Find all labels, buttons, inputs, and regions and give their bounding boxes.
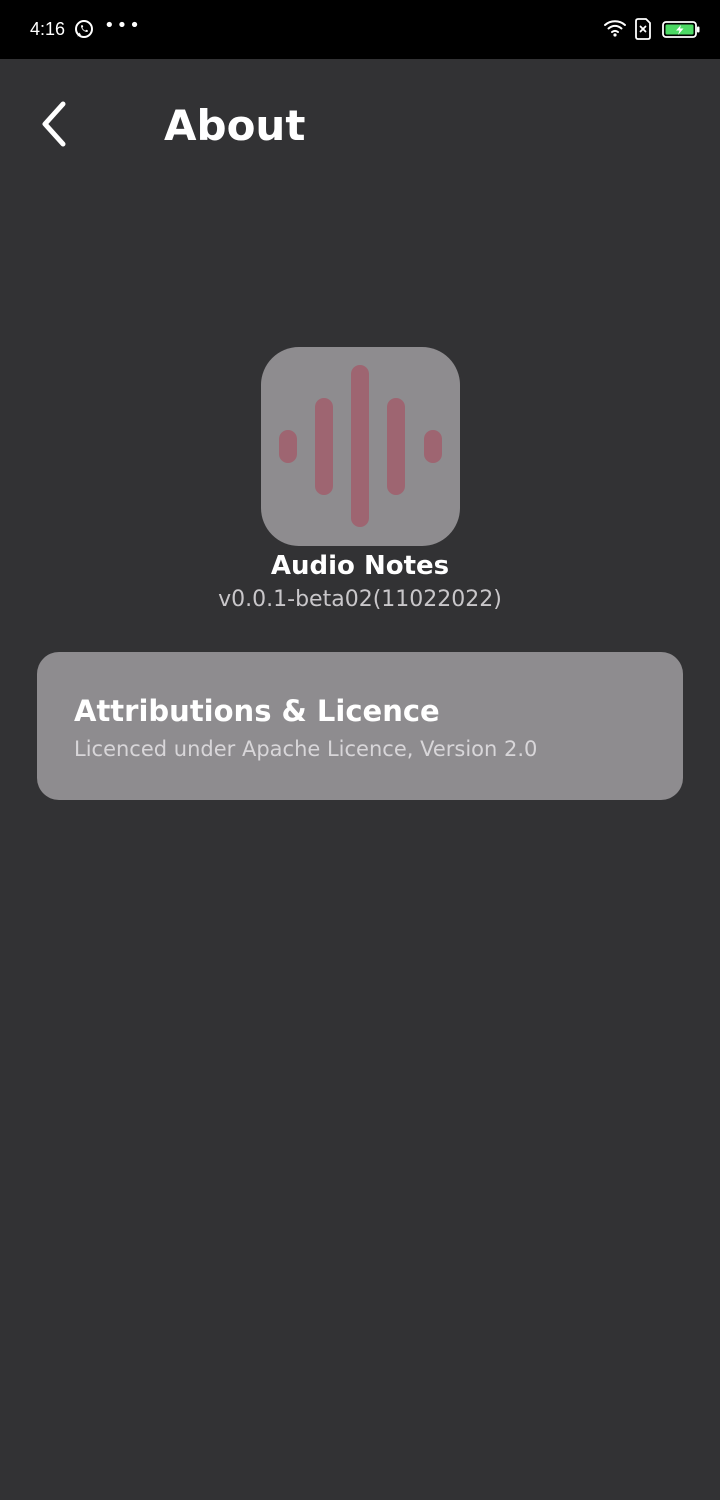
battery-charging-icon xyxy=(662,20,700,39)
more-notifications-icon: ••• xyxy=(104,15,142,36)
back-button[interactable] xyxy=(28,96,80,156)
licence-card-subtitle: Licenced under Apache Licence, Version 2… xyxy=(74,737,538,761)
chevron-left-icon xyxy=(39,100,69,152)
attributions-licence-card[interactable]: Attributions & Licence Licenced under Ap… xyxy=(37,652,683,800)
app-version: v0.0.1-beta02(11022022) xyxy=(218,587,502,612)
whatsapp-icon xyxy=(74,19,94,39)
audio-waveform-icon xyxy=(261,347,460,546)
app-name: Audio Notes xyxy=(270,551,450,581)
status-bar: 4:16 ••• xyxy=(0,0,720,59)
page-title: About xyxy=(164,101,306,150)
wifi-icon xyxy=(603,18,627,38)
sim-icon xyxy=(634,18,652,40)
status-time: 4:16 xyxy=(30,19,66,39)
licence-card-title: Attributions & Licence xyxy=(74,694,440,728)
about-screen: 4:16 ••• About Audio Notes v0.0.1-beta02… xyxy=(0,0,720,1500)
